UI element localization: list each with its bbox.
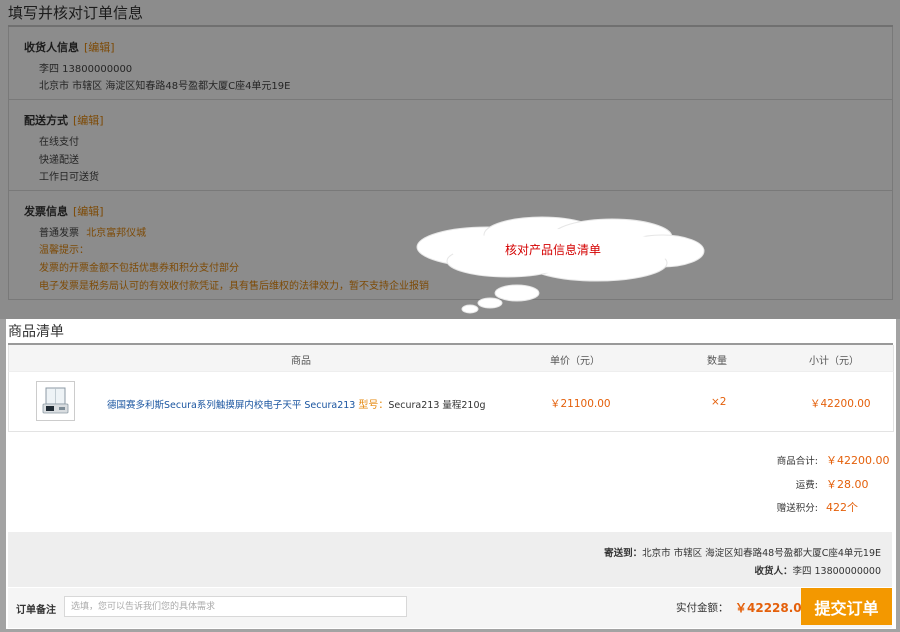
submit-order-button[interactable]: 提交订单 xyxy=(801,588,892,625)
product-name-link[interactable]: 德国赛多利斯Secura系列触摸屏内校电子天平 Secura213 xyxy=(107,400,355,411)
model-value: Secura213 量程210g xyxy=(388,400,486,411)
consignee-value: 李四 13800000000 xyxy=(792,566,881,577)
unit-price: ￥21100.00 xyxy=(550,398,611,410)
consignee-line: 收货人：李四 13800000000 xyxy=(754,563,881,577)
product-list-title: 商品清单 xyxy=(8,324,64,340)
subtotal: ￥42200.00 xyxy=(810,398,871,410)
col-subtotal: 小计（元） xyxy=(809,356,859,367)
col-product: 商品 xyxy=(291,356,311,367)
table-row: 德国赛多利斯Secura系列触摸屏内校电子天平 Secura213 型号：Sec… xyxy=(8,371,894,432)
model-label: 型号： xyxy=(358,400,389,411)
ship-to-line: 寄送到：北京市 市辖区 海淀区知春路48号盈都大厦C座4单元19E xyxy=(604,545,881,559)
product-image[interactable] xyxy=(36,381,75,421)
points-value: 422个 xyxy=(826,501,858,514)
shipping-summary: 寄送到：北京市 市辖区 海淀区知春路48号盈都大厦C座4单元19E 收货人：李四… xyxy=(8,532,892,587)
order-footer: 订单备注 实付金额： ￥42228.00 提交订单 xyxy=(8,588,892,628)
pay-amount-value: ￥42228.00 xyxy=(735,601,811,615)
consignee-label: 收货人： xyxy=(754,566,793,577)
col-unit-price: 单价（元） xyxy=(550,356,600,367)
quantity: ×2 xyxy=(711,396,727,408)
col-quantity: 数量 xyxy=(707,356,727,367)
freight-label: 运费: xyxy=(795,480,818,491)
goods-total-value: ￥42200.00 xyxy=(826,454,890,467)
callout-bubble xyxy=(416,216,705,314)
order-note-input[interactable] xyxy=(64,596,407,617)
product-table-header: 商品 单价（元） 数量 小计（元） xyxy=(8,345,894,371)
points-label: 赠送积分: xyxy=(776,503,818,514)
product-name-line: 德国赛多利斯Secura系列触摸屏内校电子天平 Secura213 型号：Sec… xyxy=(107,396,486,411)
ship-to-label: 寄送到： xyxy=(604,548,643,559)
order-note-label: 订单备注 xyxy=(16,605,56,616)
ship-to-address: 北京市 市辖区 海淀区知春路48号盈都大厦C座4单元19E xyxy=(642,548,881,559)
pay-amount-label: 实付金额： xyxy=(676,602,729,614)
callout-text: 核对产品信息清单 xyxy=(505,243,602,257)
freight-value: ￥28.00 xyxy=(826,478,869,491)
goods-total-label: 商品合计: xyxy=(776,456,818,467)
